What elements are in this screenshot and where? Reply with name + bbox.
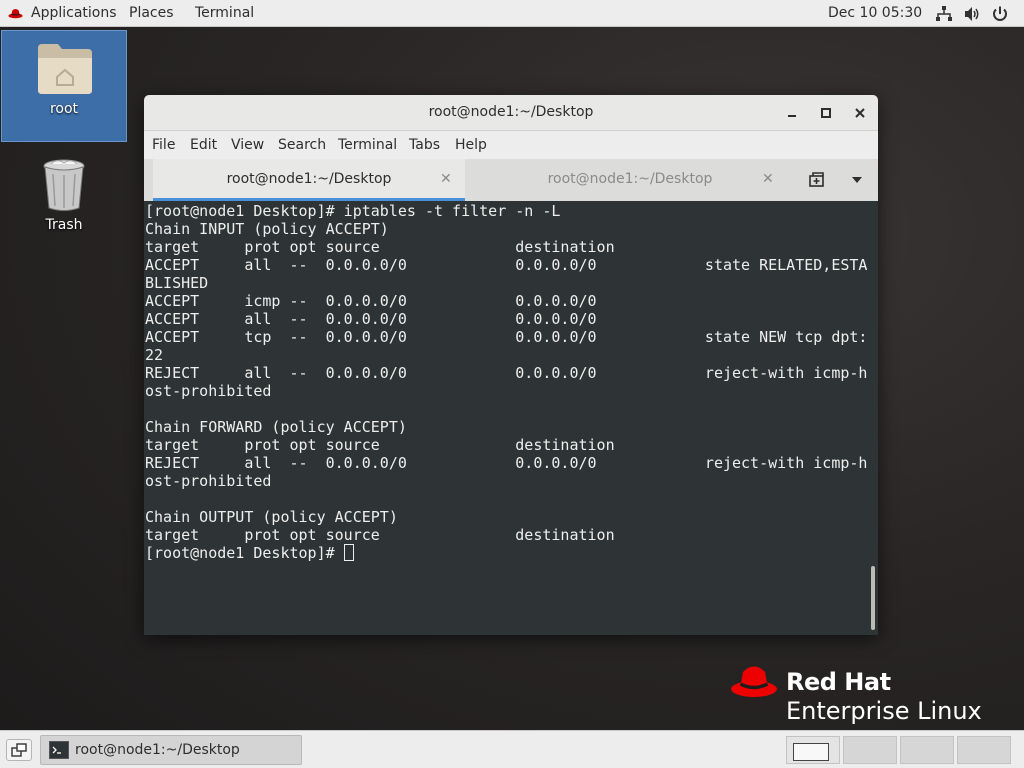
terminal-line: ost-prohibited xyxy=(145,382,272,400)
taskbar-window-button[interactable]: root@node1:~/Desktop xyxy=(40,735,302,765)
workspace-1[interactable] xyxy=(786,736,840,764)
brand-line-1: Red Hat xyxy=(786,668,891,696)
terminal-line: target prot opt source destination xyxy=(145,526,615,544)
terminal-output-area[interactable]: [root@node1 Desktop]# iptables -t filter… xyxy=(144,201,868,635)
terminal-line: BLISHED xyxy=(145,274,209,292)
terminal-line: Chain OUTPUT (policy ACCEPT) xyxy=(145,508,398,526)
menu-file[interactable]: File xyxy=(152,137,175,153)
chevron-down-icon[interactable] xyxy=(851,175,863,185)
taskbar-window-label: root@node1:~/Desktop xyxy=(75,742,240,758)
workspace-2[interactable] xyxy=(843,736,897,764)
new-tab-icon[interactable] xyxy=(808,171,826,189)
terminal-line: [root@node1 Desktop]# iptables -t filter… xyxy=(145,202,561,220)
menu-view[interactable]: View xyxy=(231,137,264,153)
brand-line-2: Enterprise Linux xyxy=(786,697,982,725)
menu-help[interactable]: Help xyxy=(455,137,487,153)
workspace-3[interactable] xyxy=(900,736,954,764)
clock[interactable]: Dec 10 05:30 xyxy=(828,5,922,21)
tab-close-icon[interactable]: ✕ xyxy=(762,171,774,187)
scrollbar-thumb[interactable] xyxy=(871,566,875,630)
home-folder-icon xyxy=(38,44,92,94)
show-desktop-icon xyxy=(11,743,27,757)
trash-icon xyxy=(43,159,85,211)
maximize-icon[interactable] xyxy=(818,105,834,121)
show-desktop-button[interactable] xyxy=(6,739,32,761)
top-bar: Applications Places Terminal Dec 10 05:3… xyxy=(0,0,1024,27)
terminal-line: target prot opt source destination xyxy=(145,238,615,256)
menu-tabs[interactable]: Tabs xyxy=(409,137,440,153)
close-icon[interactable] xyxy=(852,105,868,121)
terminal-line: ACCEPT icmp -- 0.0.0.0/0 0.0.0.0/0 xyxy=(145,292,597,310)
tab-close-icon[interactable]: ✕ xyxy=(440,171,452,187)
tab-1[interactable]: root@node1:~/Desktop ✕ xyxy=(153,159,465,201)
network-icon[interactable] xyxy=(935,5,953,23)
redhat-logo-icon xyxy=(731,666,777,697)
terminal-line: REJECT all -- 0.0.0.0/0 0.0.0.0/0 reject… xyxy=(145,454,868,472)
redhat-icon xyxy=(8,9,23,19)
terminal-window[interactable]: root@node1:~/Desktop File Edit View Sear… xyxy=(144,95,878,635)
terminal-cursor xyxy=(343,544,354,561)
terminal-icon xyxy=(49,741,69,759)
tab-label: root@node1:~/Desktop xyxy=(226,171,392,187)
terminal-text[interactable]: [root@node1 Desktop]# iptables -t filter… xyxy=(145,202,867,562)
workspace-window-preview xyxy=(793,743,829,761)
power-icon[interactable] xyxy=(991,5,1009,23)
terminal-line: target prot opt source destination xyxy=(145,436,615,454)
desktop-icon-trash[interactable]: Trash xyxy=(1,150,127,240)
terminal-line: Chain FORWARD (policy ACCEPT) xyxy=(145,418,407,436)
terminal-line: ACCEPT tcp -- 0.0.0.0/0 0.0.0.0/0 state … xyxy=(145,328,868,346)
applications-menu[interactable]: Applications xyxy=(31,5,117,21)
scrollbar[interactable] xyxy=(868,201,878,635)
workspace-4[interactable] xyxy=(957,736,1011,764)
menu-search[interactable]: Search xyxy=(278,137,326,153)
terminal-line: Chain INPUT (policy ACCEPT) xyxy=(145,220,389,238)
terminal-line: ost-prohibited xyxy=(145,472,272,490)
terminal-prompt: [root@node1 Desktop]# xyxy=(145,544,344,562)
desktop-icon-label: root xyxy=(49,101,79,117)
window-title: root@node1:~/Desktop xyxy=(428,104,594,120)
terminal-app-menu[interactable]: Terminal xyxy=(195,5,254,21)
tab-bar: root@node1:~/Desktop ✕ root@node1:~/Desk… xyxy=(144,159,878,201)
tab-label: root@node1:~/Desktop xyxy=(547,171,713,187)
menu-terminal[interactable]: Terminal xyxy=(338,137,397,153)
menu-bar: File Edit View Search Terminal Tabs Help xyxy=(144,131,878,159)
volume-icon[interactable] xyxy=(963,5,981,23)
window-titlebar[interactable]: root@node1:~/Desktop xyxy=(144,95,878,131)
places-menu[interactable]: Places xyxy=(129,5,174,21)
desktop-icon-root[interactable]: root xyxy=(1,30,127,142)
terminal-line: REJECT all -- 0.0.0.0/0 0.0.0.0/0 reject… xyxy=(145,364,868,382)
terminal-line: ACCEPT all -- 0.0.0.0/0 0.0.0.0/0 state … xyxy=(145,256,868,274)
terminal-line: 22 xyxy=(145,346,164,364)
bottom-panel: root@node1:~/Desktop xyxy=(0,730,1024,768)
terminal-line: ACCEPT all -- 0.0.0.0/0 0.0.0.0/0 xyxy=(145,310,597,328)
redhat-branding: Red Hat Enterprise Linux xyxy=(730,662,982,725)
desktop-icon-label: Trash xyxy=(45,217,83,233)
minimize-icon[interactable] xyxy=(784,105,800,121)
tab-2[interactable]: root@node1:~/Desktop ✕ xyxy=(474,159,786,201)
menu-edit[interactable]: Edit xyxy=(190,137,217,153)
